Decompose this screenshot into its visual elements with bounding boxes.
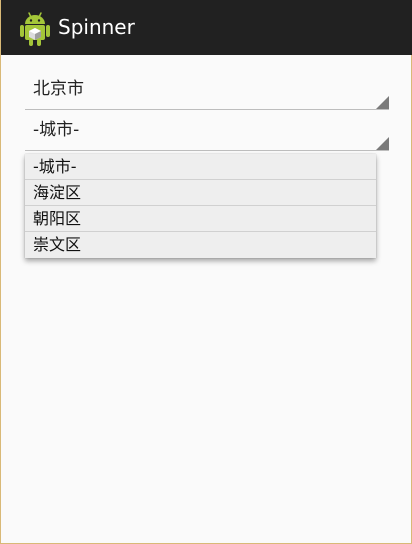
app-window: Spinner 北京市 -城市- -城市- 海淀区 朝阳区 崇文区 [0,0,412,544]
dropdown-item-label: -城市- [33,157,77,176]
dropdown-item-label: 海淀区 [33,183,82,202]
city-spinner-underline [25,150,389,151]
app-title: Spinner [58,15,135,39]
dropdown-item-chongwen[interactable]: 崇文区 [25,232,376,258]
province-spinner-underline [25,109,389,110]
action-bar: Spinner [1,0,412,55]
dropdown-item-placeholder[interactable]: -城市- [25,154,376,180]
dropdown-triangle-icon [376,96,389,109]
dropdown-item-haidian[interactable]: 海淀区 [25,180,376,206]
dropdown-item-chaoyang[interactable]: 朝阳区 [25,206,376,232]
dropdown-item-label: 朝阳区 [33,209,82,228]
dropdown-item-label: 崇文区 [33,235,82,254]
city-dropdown-list: -城市- 海淀区 朝阳区 崇文区 [25,154,376,258]
android-robot-icon [20,12,50,46]
province-spinner[interactable]: 北京市 [25,74,389,110]
province-spinner-value: 北京市 [33,79,84,99]
city-spinner[interactable]: -城市- [25,115,389,151]
dropdown-triangle-icon [376,137,389,150]
city-spinner-value: -城市- [33,120,80,140]
